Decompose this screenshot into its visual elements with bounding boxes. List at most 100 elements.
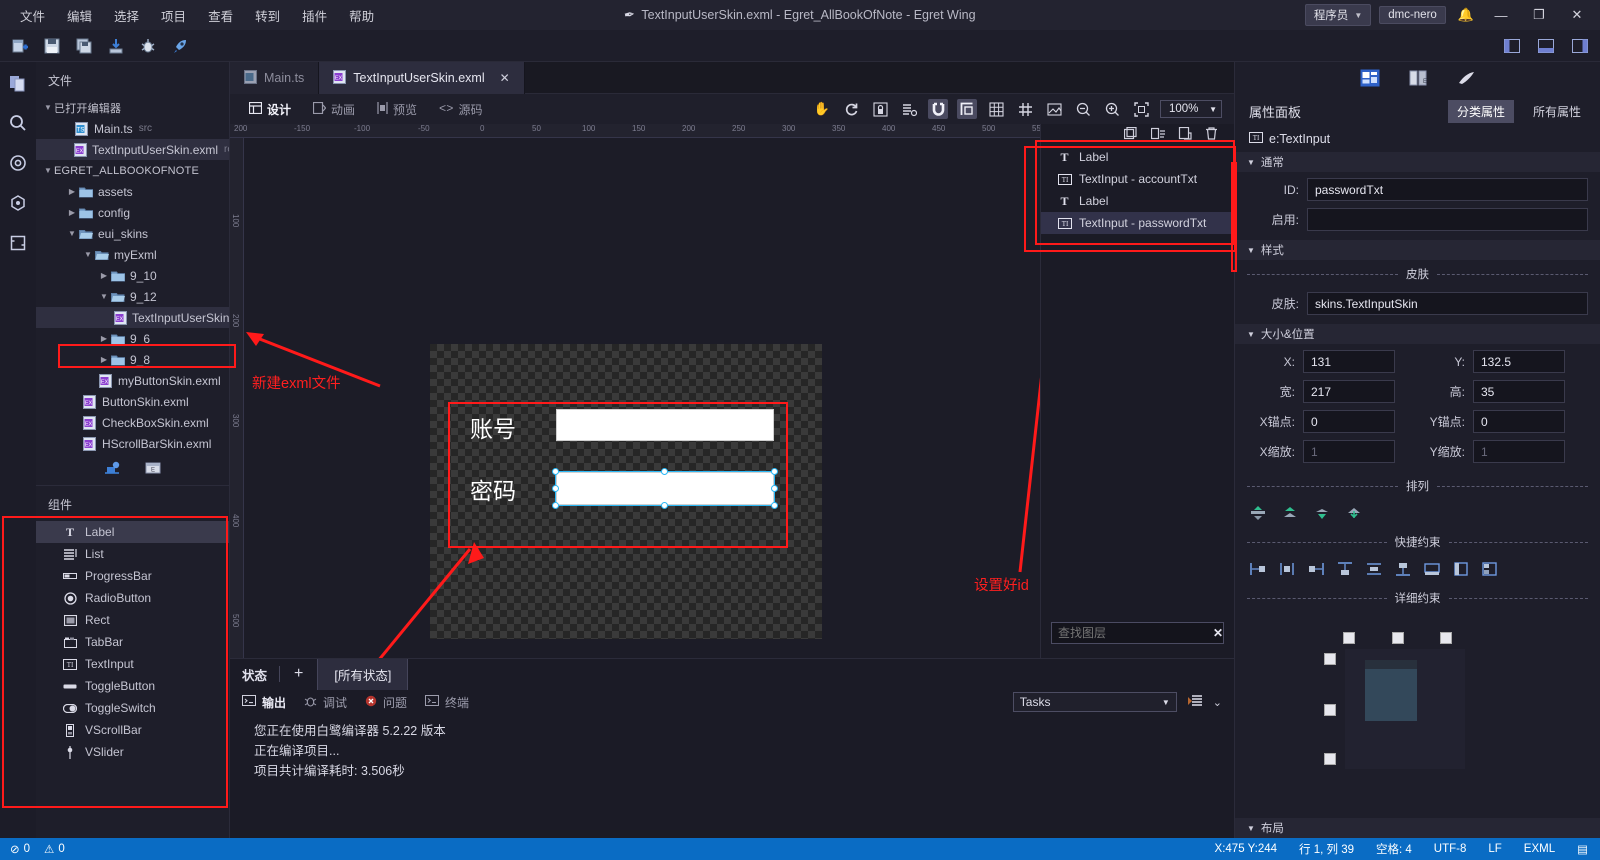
tree-item-9-12[interactable]: ▼ 9_12 bbox=[36, 286, 229, 307]
component-item-toggleswitch[interactable]: ToggleSwitch bbox=[36, 697, 229, 719]
component-item-vscrollbar[interactable]: VScrollBar bbox=[36, 719, 229, 741]
menu-file[interactable]: 文件 bbox=[10, 2, 55, 29]
extensions-icon[interactable] bbox=[5, 230, 31, 256]
align-guides-icon[interactable] bbox=[957, 99, 977, 119]
maximize-button[interactable]: ❐ bbox=[1524, 0, 1554, 30]
layer-item-passwordtxt[interactable]: TI TextInput - passwordTxt bbox=[1041, 212, 1234, 234]
tree-item-eui-skins[interactable]: ▼ eui_skins bbox=[36, 223, 229, 244]
bring-forward-icon[interactable] bbox=[1281, 504, 1299, 522]
resize-handle-tc[interactable] bbox=[661, 468, 668, 475]
library-book-icon[interactable]: E bbox=[1408, 69, 1428, 90]
constrain-right-icon[interactable] bbox=[1307, 560, 1325, 578]
constraint-checkbox-left-middle[interactable] bbox=[1324, 704, 1336, 716]
fill-height-icon[interactable] bbox=[1452, 560, 1470, 578]
close-icon[interactable]: ✕ bbox=[1213, 626, 1223, 640]
component-item-togglebutton[interactable]: ToggleButton bbox=[36, 675, 229, 697]
constraint-checkbox-left-bottom[interactable] bbox=[1324, 753, 1336, 765]
toggle-right-panel-icon[interactable] bbox=[1570, 36, 1590, 56]
tree-item-hscrollbarskin[interactable]: EX HScrollBarSkin.exml bbox=[36, 433, 229, 454]
zoom-out-icon[interactable] bbox=[1073, 99, 1093, 119]
component-item-label[interactable]: T Label bbox=[36, 521, 229, 543]
resize-handle-bc[interactable] bbox=[661, 502, 668, 509]
constraint-checkbox-top-left[interactable] bbox=[1343, 632, 1355, 644]
mode-animation[interactable]: 动画 bbox=[304, 98, 364, 121]
fill-both-icon[interactable] bbox=[1481, 560, 1499, 578]
add-component-icon[interactable] bbox=[104, 460, 122, 479]
constrain-center-h-icon[interactable] bbox=[1278, 560, 1296, 578]
chevron-down-icon[interactable]: ⌄ bbox=[1213, 696, 1222, 709]
resize-handle-mr[interactable] bbox=[771, 485, 778, 492]
tree-item-config[interactable]: ▶ config bbox=[36, 202, 229, 223]
close-button[interactable]: ✕ bbox=[1562, 0, 1592, 30]
open-editors-header[interactable]: ▼ 已打开编辑器 bbox=[36, 97, 229, 118]
menu-plugins[interactable]: 插件 bbox=[292, 2, 337, 29]
layer-item-label-1[interactable]: T Label bbox=[1041, 146, 1234, 168]
layer-item-accounttxt[interactable]: TI TextInput - accountTxt bbox=[1041, 168, 1234, 190]
tasks-select[interactable]: Tasks ▼ bbox=[1012, 692, 1177, 712]
constrain-bottom-icon[interactable] bbox=[1394, 560, 1412, 578]
save-icon[interactable] bbox=[42, 36, 62, 56]
magnet-snap-icon[interactable] bbox=[928, 99, 948, 119]
add-state-button[interactable]: + bbox=[280, 665, 317, 683]
enabled-input[interactable] bbox=[1307, 208, 1588, 231]
tab-terminal[interactable]: 终端 bbox=[425, 694, 469, 711]
component-item-tabbar[interactable]: TabBar bbox=[36, 631, 229, 653]
fill-width-icon[interactable] bbox=[1423, 560, 1441, 578]
file-encoding[interactable]: UTF-8 bbox=[1434, 843, 1467, 855]
source-control-icon[interactable] bbox=[5, 150, 31, 176]
toggle-bottom-panel-icon[interactable] bbox=[1536, 36, 1556, 56]
group-common[interactable]: ▼ 通常 bbox=[1235, 152, 1600, 172]
add-text-layer-icon[interactable] bbox=[1150, 127, 1165, 143]
egret-library-icon[interactable]: E bbox=[144, 460, 162, 479]
y-anchor-input[interactable]: 0 bbox=[1473, 410, 1565, 433]
resize-handle-bl[interactable] bbox=[552, 502, 559, 509]
send-backward-icon[interactable] bbox=[1313, 504, 1331, 522]
width-input[interactable]: 217 bbox=[1303, 380, 1395, 403]
hash-grid-icon[interactable] bbox=[1015, 99, 1035, 119]
tree-item-mybuttonskin[interactable]: EX myButtonSkin.exml bbox=[36, 370, 229, 391]
user-badge[interactable]: dmc-nero bbox=[1379, 6, 1446, 24]
language-mode[interactable]: EXML bbox=[1524, 843, 1555, 855]
close-icon[interactable]: ✕ bbox=[500, 71, 510, 85]
clear-output-icon[interactable] bbox=[1187, 694, 1203, 711]
all-properties-button[interactable]: 所有属性 bbox=[1524, 100, 1590, 123]
grid-icon[interactable] bbox=[986, 99, 1006, 119]
resize-handle-tl[interactable] bbox=[552, 468, 559, 475]
image-adjust-icon[interactable] bbox=[1044, 99, 1064, 119]
menu-project[interactable]: 项目 bbox=[151, 2, 196, 29]
tab-output[interactable]: 输出 bbox=[242, 694, 286, 711]
component-item-radiobutton[interactable]: RadioButton bbox=[36, 587, 229, 609]
mode-design[interactable]: 设计 bbox=[240, 98, 300, 121]
search-icon[interactable] bbox=[5, 110, 31, 136]
egret-wing-brush-icon[interactable] bbox=[1456, 69, 1476, 90]
debug-icon[interactable] bbox=[138, 36, 158, 56]
menu-help[interactable]: 帮助 bbox=[339, 2, 384, 29]
constraint-checkbox-top-center[interactable] bbox=[1392, 632, 1404, 644]
component-item-list[interactable]: List bbox=[36, 543, 229, 565]
minimize-button[interactable]: — bbox=[1486, 0, 1516, 30]
error-count[interactable]: ⊘ 0 bbox=[10, 842, 30, 856]
properties-panel-icon[interactable] bbox=[1360, 69, 1380, 90]
design-canvas[interactable]: 100 200 300 400 500 200 -150 -100 -50 0 … bbox=[230, 124, 1040, 658]
toggle-left-panel-icon[interactable] bbox=[1502, 36, 1522, 56]
open-editor-textinputuserskin[interactable]: EX TextInputUserSkin.exml resou... bbox=[36, 139, 229, 160]
component-item-vslider[interactable]: VSlider bbox=[36, 741, 229, 763]
account-textinput[interactable] bbox=[556, 409, 774, 441]
layer-search-input[interactable] bbox=[1058, 626, 1213, 640]
notification-bell-icon[interactable]: 🔔 bbox=[1454, 7, 1478, 23]
menu-goto[interactable]: 转到 bbox=[245, 2, 290, 29]
duplicate-layer-icon[interactable] bbox=[1178, 126, 1192, 143]
menu-edit[interactable]: 编辑 bbox=[57, 2, 102, 29]
x-scale-input[interactable]: 1 bbox=[1303, 440, 1395, 463]
menu-view[interactable]: 查看 bbox=[198, 2, 243, 29]
group-size-position[interactable]: ▼ 大小&位置 bbox=[1235, 324, 1600, 344]
y-scale-input[interactable]: 1 bbox=[1473, 440, 1565, 463]
tree-item-9-8[interactable]: ▶ 9_8 bbox=[36, 349, 229, 370]
resize-handle-br[interactable] bbox=[771, 502, 778, 509]
tree-item-buttonskin[interactable]: EX ButtonSkin.exml bbox=[36, 391, 229, 412]
line-column[interactable]: 行 1, 列 39 bbox=[1299, 841, 1354, 857]
feedback-icon[interactable]: ▤ bbox=[1577, 842, 1588, 856]
group-style[interactable]: ▼ 样式 bbox=[1235, 240, 1600, 260]
delete-layer-icon[interactable] bbox=[1205, 127, 1218, 143]
artboard[interactable]: 账号 密码 bbox=[430, 344, 822, 639]
